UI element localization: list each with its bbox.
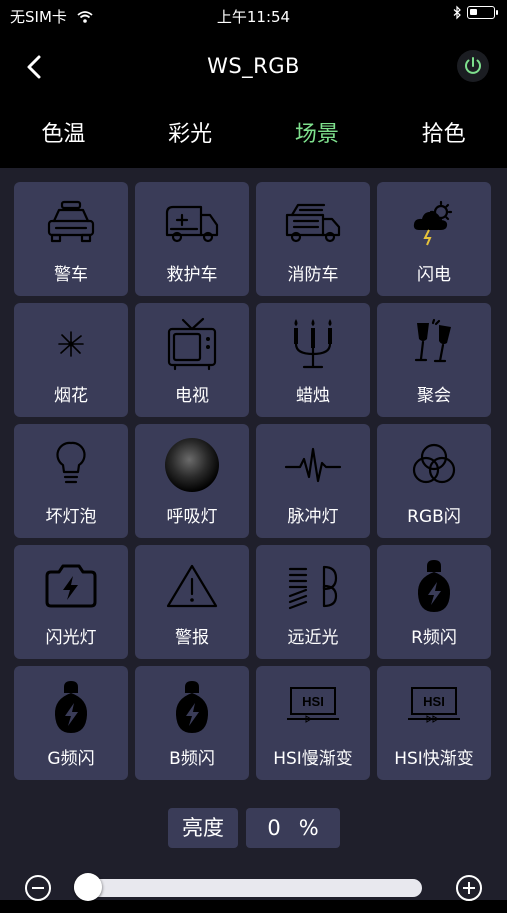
scene-tile[interactable]: 电视 (135, 303, 249, 417)
scene-label: HSI慢渐变 (273, 749, 353, 769)
brightness-unit: % (298, 816, 319, 840)
scene-label: 闪光灯 (45, 628, 97, 648)
scene-tile[interactable]: 聚会 (377, 303, 491, 417)
strobe-bulb-icon (377, 559, 491, 613)
bluetooth-icon (453, 5, 461, 20)
scene-label: HSI快渐变 (394, 749, 474, 769)
scene-label: 烟花 (54, 386, 88, 406)
scene-tile[interactable]: RGB闪 (377, 424, 491, 538)
brightness-value: 0 (267, 816, 281, 840)
scene-tile[interactable]: 烟花 (14, 303, 128, 417)
scene-label: 坏灯泡 (45, 507, 97, 527)
scene-label: 聚会 (417, 386, 451, 406)
status-right (453, 5, 498, 20)
battery-icon (467, 6, 498, 19)
bulb-icon (14, 438, 128, 492)
brightness-slider-row (0, 873, 507, 913)
scene-tile[interactable]: 警报 (135, 545, 249, 659)
fire-truck-icon (256, 196, 370, 250)
brightness-display: 亮度 0 % (168, 808, 340, 848)
scene-tile[interactable]: HSI HSI慢渐变 (256, 666, 370, 780)
scene-tile[interactable]: B频闪 (135, 666, 249, 780)
police-car-icon (14, 196, 128, 250)
scene-label: 脉冲灯 (287, 507, 339, 527)
fireworks-icon (14, 317, 128, 371)
power-icon (465, 57, 481, 74)
scene-label: B频闪 (169, 749, 215, 769)
status-time: 上午11:54 (216, 8, 291, 26)
candles-icon (256, 317, 370, 371)
party-glasses-icon (377, 317, 491, 371)
scene-label: 警报 (175, 628, 209, 648)
camera-flash-icon (14, 559, 128, 613)
scene-label: G频闪 (47, 749, 95, 769)
scene-label: 消防车 (287, 265, 339, 285)
strobe-bulb-icon (135, 680, 249, 734)
headlight-icon (256, 559, 370, 613)
scene-label: 远近光 (287, 628, 339, 648)
nav-bar: WS_RGB (0, 40, 507, 96)
brightness-slider-track[interactable] (74, 879, 422, 897)
scene-label: RGB闪 (407, 507, 461, 527)
pulse-icon (256, 438, 370, 492)
scene-tile[interactable]: 脉冲灯 (256, 424, 370, 538)
battery-level (470, 9, 477, 15)
scene-tile[interactable]: G频闪 (14, 666, 128, 780)
lightning-icon (377, 196, 491, 250)
scene-panel: 警车 救护车 消防车 闪电烟花 电视 蜡烛 聚会坏灯泡 呼吸灯 脉冲灯 RGB闪闪光灯 警报 远近光 R… (0, 168, 507, 901)
scene-label: 电视 (175, 386, 209, 406)
hsi-slow-icon: HSI (256, 680, 370, 734)
scene-label: R频闪 (411, 628, 457, 648)
breathing-orb-icon (135, 438, 249, 492)
rgb-circles-icon (377, 438, 491, 492)
brightness-label: 亮度 (168, 808, 238, 848)
tab-color-light[interactable]: 彩光 (127, 110, 254, 160)
minus-button[interactable] (25, 875, 51, 901)
scene-tile[interactable]: 坏灯泡 (14, 424, 128, 538)
brightness-value-box: 0 % (246, 808, 340, 848)
tv-icon (135, 317, 249, 371)
scene-label: 呼吸灯 (166, 507, 218, 527)
ambulance-icon (135, 196, 249, 250)
scene-tile[interactable]: R频闪 (377, 545, 491, 659)
scene-label: 救护车 (166, 265, 218, 285)
strobe-bulb-icon (14, 680, 128, 734)
scene-tile[interactable]: 远近光 (256, 545, 370, 659)
power-button[interactable] (457, 50, 489, 82)
page-title: WS_RGB (207, 54, 300, 78)
scene-tile[interactable]: 消防车 (256, 182, 370, 296)
plus-button[interactable] (456, 875, 482, 901)
mode-tabs: 色温 彩光 场景 拾色 (0, 110, 507, 160)
scene-label: 蜡烛 (296, 386, 330, 406)
scene-tile[interactable]: 蜡烛 (256, 303, 370, 417)
status-bar: 无SIM卡 上午11:54 (0, 0, 507, 30)
scene-label: 警车 (54, 265, 88, 285)
scene-tile[interactable]: 闪光灯 (14, 545, 128, 659)
scene-label: 闪电 (417, 265, 451, 285)
svg-text:HSI: HSI (423, 694, 445, 709)
warning-icon (135, 559, 249, 613)
scene-tile[interactable]: 警车 (14, 182, 128, 296)
svg-text:HSI: HSI (302, 694, 324, 709)
tab-color-temp[interactable]: 色温 (0, 110, 127, 160)
tab-scene[interactable]: 场景 (254, 110, 381, 160)
scene-tile[interactable]: HSI HSI快渐变 (377, 666, 491, 780)
scene-tile[interactable]: 呼吸灯 (135, 424, 249, 538)
scene-grid: 警车 救护车 消防车 闪电烟花 电视 蜡烛 聚会坏灯泡 呼吸灯 脉冲灯 RGB闪闪光灯 警报 远近光 R… (14, 182, 491, 780)
scene-tile[interactable]: 救护车 (135, 182, 249, 296)
brightness-slider-thumb[interactable] (74, 873, 102, 901)
tab-color-picker[interactable]: 拾色 (380, 110, 507, 160)
hsi-fast-icon: HSI (377, 680, 491, 734)
scene-tile[interactable]: 闪电 (377, 182, 491, 296)
